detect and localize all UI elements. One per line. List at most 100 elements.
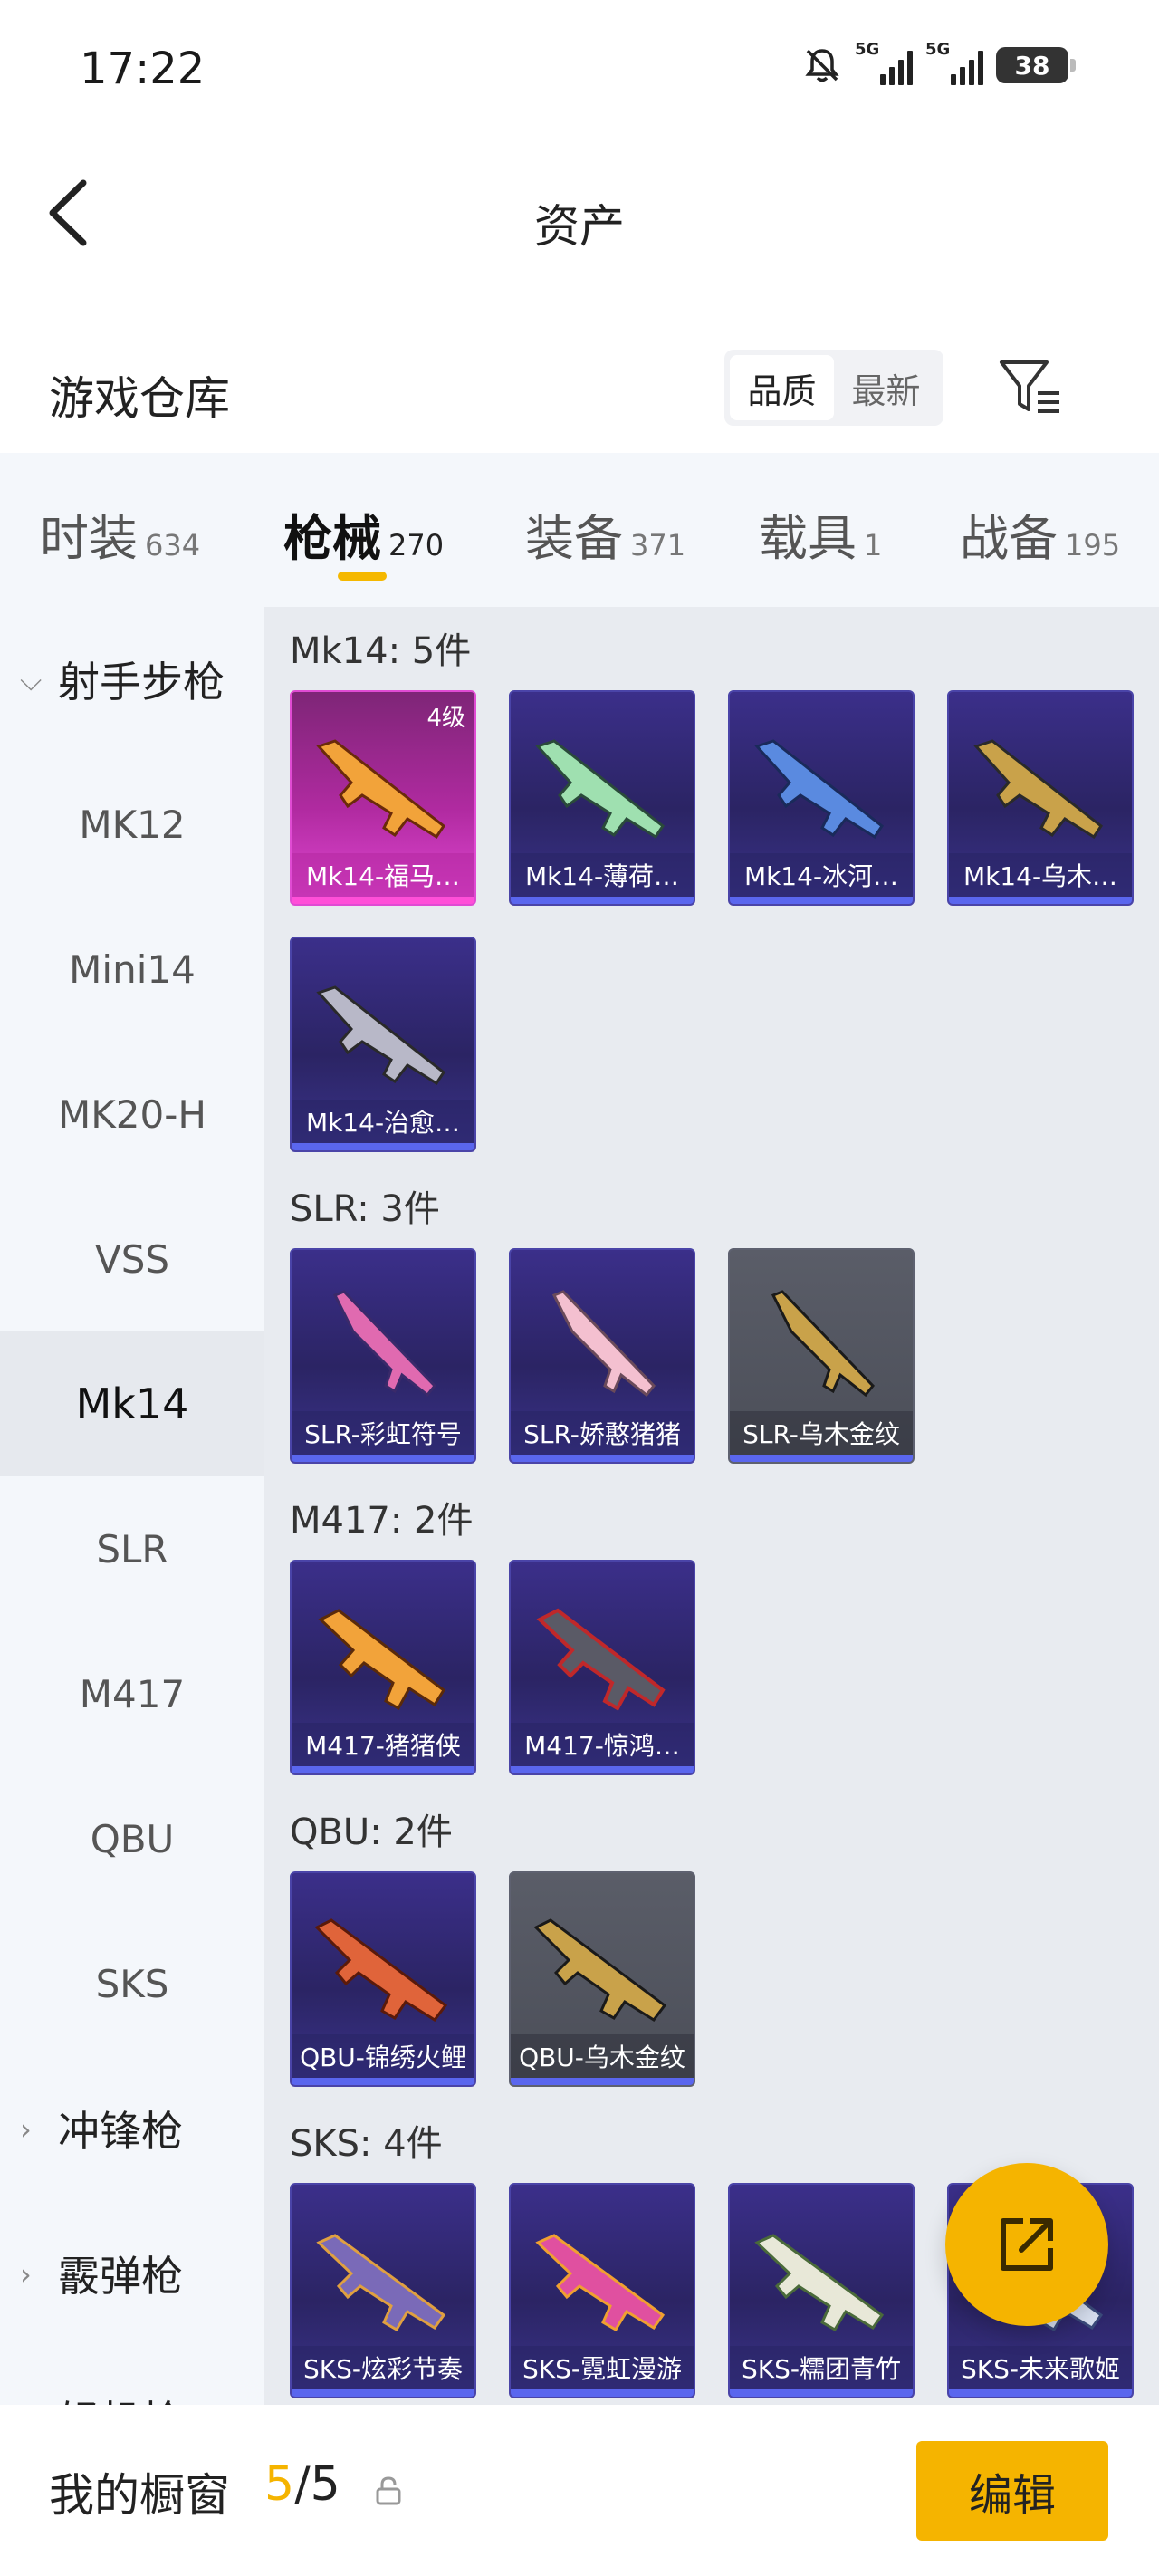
weapon-card[interactable]: M417-猪猪侠 [290,1560,476,1775]
battery-level: 38 [1014,50,1050,81]
share-button[interactable] [945,2163,1108,2326]
showcase-count: 5/5 [264,2457,340,2512]
rarity-bar [292,1143,474,1150]
rifle-icon [533,1918,667,2023]
weapon-name: QBU-锦绣火鲤 [292,2034,474,2078]
tab-guns[interactable]: 枪械 270 [283,498,444,570]
mute-icon [805,49,839,82]
weapon-card[interactable]: SLR-乌木金纹 [728,1248,915,1464]
rifle-icon [973,739,1104,840]
rifle-icon [536,1608,666,1711]
showcase-current: 5 [264,2457,295,2512]
tab-count: 195 [1065,528,1121,562]
weapon-name: SKS-霓虹漫游 [511,2346,694,2389]
rifle-icon [318,1609,445,1711]
rifle-icon [314,1918,448,2023]
chevron-right-icon: › [20,2112,32,2147]
sidebar-item-slr[interactable]: SLR [0,1476,264,1621]
tab-count: 634 [145,528,201,562]
weapon-name: SKS-糯团青竹 [730,2346,913,2389]
sort-option-latest[interactable]: 最新 [834,355,938,420]
tab-count: 270 [388,528,445,562]
category-tabs: 时装 634 枪械 270 装备 371 载具 1 战备 195 [0,453,1159,607]
rarity-bar [292,1455,474,1462]
weapon-card[interactable]: Mk14-薄荷… [509,690,695,906]
weapon-name: SLR-乌木金纹 [730,1411,913,1455]
tab-label: 装备 [525,510,623,567]
weapon-name: Mk14-乌木… [949,853,1132,897]
rarity-bar [949,897,1132,904]
battery-icon: 38 [996,47,1076,83]
rarity-bar [292,2078,474,2085]
weapon-card[interactable]: Mk14-治愈… [290,937,476,1152]
weapon-card[interactable]: Mk14-冰河… [728,690,915,906]
weapon-name: Mk14-治愈… [292,1100,474,1143]
rarity-bar [511,897,694,904]
header: 资产 [0,136,1159,299]
sidebar-item-sks[interactable]: SKS [0,1911,264,2056]
signal-icon: 5G [925,40,983,85]
weapon-card[interactable]: 4级 Mk14-福马… [290,690,476,906]
rifle-icon [316,2234,446,2332]
showcase-total: /5 [294,2457,340,2512]
weapon-name: SKS-炫彩节奏 [292,2346,474,2389]
sidebar-item-qbu[interactable]: QBU [0,1766,264,1911]
rifle-icon [754,2234,885,2332]
weapon-name: Mk14-福马… [292,853,474,897]
weapon-card[interactable]: QBU-乌木金纹 [509,1871,695,2087]
sidebar-group-marksman[interactable]: ⌵ 射手步枪 [0,607,264,752]
sidebar-group-lmg[interactable]: › 轻机枪 [0,2346,264,2405]
filter-icon[interactable] [996,353,1065,422]
sidebar-group-label: 射手步枪 [58,658,225,706]
rifle-icon [551,1290,656,1398]
weapon-card[interactable]: SKS-霓虹漫游 [509,2183,695,2398]
rifle-icon [316,985,446,1086]
status-icons: 5G 5G 38 [802,40,1076,85]
rifle-icon [316,739,446,840]
rarity-bar [511,2389,694,2397]
sidebar-item-mk12[interactable]: MK12 [0,752,264,897]
sidebar-group-shotgun[interactable]: › 霰弹枪 [0,2201,264,2346]
weapon-card[interactable]: M417-惊鸿… [509,1560,695,1775]
status-bar: 17:22 5G 5G 38 [0,0,1159,136]
weapon-card[interactable]: Mk14-乌木… [947,690,1134,906]
sidebar-item-mk14[interactable]: Mk14 [0,1331,264,1476]
rarity-bar [730,897,913,904]
rarity-bar [511,2078,694,2085]
tab-label: 时装 [40,510,138,567]
tab-count: 371 [630,528,686,562]
signal-label: 5G [855,40,880,59]
rifle-icon [771,1290,875,1398]
sidebar-group-label: 轻机枪 [58,2389,183,2405]
tab-vehicles[interactable]: 载具 1 [759,498,882,570]
sidebar-group-smg[interactable]: › 冲锋枪 [0,2056,264,2201]
tab-label: 载具 [759,510,857,567]
sort-toggle: 品质 最新 [724,350,943,426]
weapon-card[interactable]: SKS-糯团青竹 [728,2183,915,2398]
tab-fashion[interactable]: 时装 634 [40,498,200,570]
tab-supplies[interactable]: 战备 195 [960,498,1120,570]
rifle-icon [332,1290,436,1398]
weapon-card[interactable]: QBU-锦绣火鲤 [290,1871,476,2087]
weapon-card[interactable]: SKS-炫彩节奏 [290,2183,476,2398]
tab-label: 枪械 [283,510,381,567]
weapon-card[interactable]: SLR-彩虹符号 [290,1248,476,1464]
weapon-name: QBU-乌木金纹 [511,2034,694,2078]
sidebar-item-mini14[interactable]: Mini14 [0,897,264,1042]
sidebar-item-m417[interactable]: M417 [0,1621,264,1766]
tab-count: 1 [864,528,883,562]
signal-label: 5G [925,40,951,59]
group-title: M417: 2件 [290,1500,474,1542]
sidebar-group-label: 霰弹枪 [58,2252,183,2301]
weapon-card[interactable]: SLR-娇憨猪猪 [509,1248,695,1464]
weapon-grid: Mk14: 5件 4级 Mk14-福马… Mk14-薄荷… Mk14-冰河… M… [264,607,1159,2405]
tab-equipment[interactable]: 装备 371 [525,498,685,570]
edit-button[interactable]: 编辑 [916,2441,1108,2541]
sidebar-item-vss[interactable]: VSS [0,1187,264,1331]
lock-icon[interactable] [375,2475,402,2506]
tab-label: 战备 [960,510,1058,567]
sidebar-item-mk20h[interactable]: MK20-H [0,1042,264,1187]
group-title: SKS: 4件 [290,2123,443,2165]
sort-option-quality[interactable]: 品质 [730,355,834,420]
group-title: Mk14: 5件 [290,630,472,672]
